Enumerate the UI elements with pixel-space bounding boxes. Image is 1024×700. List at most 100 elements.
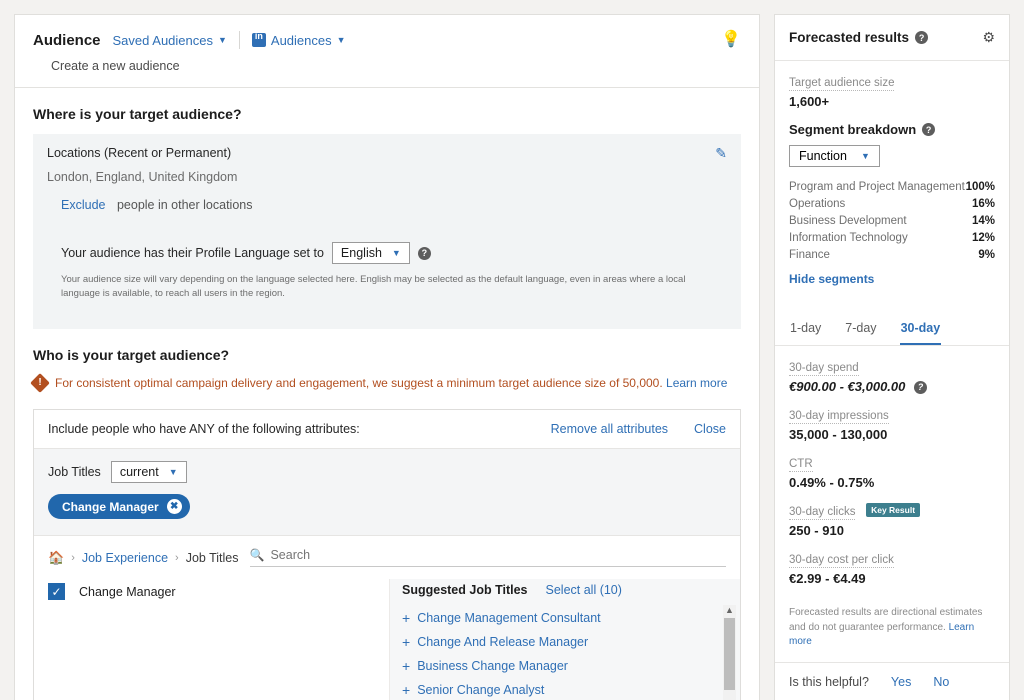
breadcrumb-item-job-titles: Job Titles <box>185 550 239 565</box>
home-icon[interactable]: 🏠 <box>48 550 64 566</box>
segment-type-value: Function <box>799 149 847 163</box>
helpful-question: Is this helpful? <box>789 674 869 689</box>
remove-all-attributes-button[interactable]: Remove all attributes <box>551 422 668 436</box>
language-row: Your audience has their Profile Language… <box>61 242 713 264</box>
gear-icon[interactable]: ⚙ <box>982 29 995 46</box>
attribute-chip-label: Change Manager <box>62 499 159 514</box>
tab-7-day[interactable]: 7-day <box>844 311 877 345</box>
status-badge: Key Result <box>866 503 921 517</box>
audiences-label: Audiences <box>270 32 332 48</box>
attributes-heading: Include people who have ANY of the follo… <box>48 422 360 437</box>
forecast-metrics: 30-day spend €900.00 - €3,000.00 ? 30-da… <box>775 346 1009 602</box>
header-divider <box>238 31 240 49</box>
segment-type-select[interactable]: Function ▼ <box>789 145 880 167</box>
metric-clicks: 30-day clicks Key Result 250 - 910 <box>789 503 995 538</box>
tab-30-day[interactable]: 30-day <box>899 311 942 345</box>
forecast-header: Forecasted results ? ⚙ <box>775 15 1009 60</box>
hide-segments-link[interactable]: Hide segments <box>789 272 995 286</box>
table-row: Program and Project Management 100% <box>789 178 995 195</box>
pencil-icon[interactable]: ✎ <box>715 145 727 162</box>
warning-learn-more-link[interactable]: Learn more <box>666 376 727 390</box>
lightbulb-icon[interactable]: 💡 <box>721 32 741 48</box>
table-row: Finance 9% <box>789 246 995 263</box>
location-section-title: Where is your target audience? <box>33 106 242 122</box>
metric-cpc: 30-day cost per click €2.99 - €4.49 <box>789 551 995 586</box>
audience-warning: For consistent optimal campaign delivery… <box>30 372 741 393</box>
metric-value: 250 - 910 <box>789 523 844 538</box>
selected-item-label: Change Manager <box>79 584 176 599</box>
exclude-link[interactable]: Exclude <box>61 198 105 212</box>
select-all-button[interactable]: Select all (10) <box>546 583 622 597</box>
segment-name: Information Technology <box>789 231 908 244</box>
saved-audiences-dropdown[interactable]: Saved Audiences ▼ <box>113 33 227 48</box>
language-box: Your audience has their Profile Language… <box>47 228 727 315</box>
forecast-disclaimer: Forecasted results are directional estim… <box>775 602 1009 662</box>
warning-message: For consistent optimal campaign delivery… <box>55 375 663 390</box>
checkbox-checked-icon[interactable]: ✓ <box>48 583 65 601</box>
language-select-value: English <box>340 246 382 260</box>
chevron-down-icon: ▼ <box>336 35 346 45</box>
saved-audiences-label: Saved Audiences <box>112 32 213 48</box>
audience-section: Who is your target audience? For consist… <box>15 329 759 396</box>
segment-pct: 16% <box>971 197 995 210</box>
page-title: Audience <box>33 31 101 49</box>
suggestion-label: Senior Change Analyst <box>417 683 545 698</box>
suggestion-label: Change Management Consultant <box>417 611 601 626</box>
breadcrumb-item-job-experience[interactable]: Job Experience <box>82 551 168 565</box>
metric-label: CTR <box>789 458 813 472</box>
table-row: Information Technology 12% <box>789 229 995 246</box>
help-icon[interactable]: ? <box>417 246 431 260</box>
segment-breakdown: Segment breakdown ? Function ▼ Program a… <box>789 122 995 286</box>
metric-value-row: €900.00 - €3,000.00 ? <box>789 379 995 394</box>
metric-spend: 30-day spend €900.00 - €3,000.00 ? <box>789 359 995 394</box>
help-icon[interactable]: ? <box>914 380 928 394</box>
chevron-down-icon: ▼ <box>217 35 227 45</box>
language-select[interactable]: English ▼ <box>331 242 410 264</box>
segment-pct: 12% <box>971 231 995 244</box>
job-titles-tense-select[interactable]: current ▼ <box>110 461 187 484</box>
page-root: Audience Saved Audiences ▼ Audiences ▼ 💡… <box>0 0 1024 700</box>
plus-icon: + <box>402 634 411 651</box>
attribute-chip[interactable]: Change Manager ✖ <box>48 494 190 520</box>
suggested-scrollbar[interactable]: ▲ ▼ <box>723 605 736 700</box>
segment-pct: 14% <box>971 214 995 227</box>
list-item[interactable]: + Change And Release Manager <box>390 630 740 654</box>
locations-label: Locations (Recent or Permanent) <box>47 146 232 160</box>
forecast-body: Target audience size 1,600+ Segment brea… <box>775 61 1009 311</box>
help-icon[interactable]: ? <box>915 31 929 44</box>
metric-value: €2.99 - €4.49 <box>789 571 866 586</box>
plus-icon: + <box>402 610 411 627</box>
close-icon[interactable]: ✖ <box>166 499 182 515</box>
exclude-text: people in other locations <box>116 198 253 212</box>
helpful-yes-button[interactable]: Yes <box>891 675 911 689</box>
close-button[interactable]: Close <box>694 422 726 436</box>
target-audience-value: 1,600+ <box>789 94 830 109</box>
help-icon[interactable]: ? <box>922 123 936 136</box>
scrollbar-thumb[interactable] <box>724 618 735 691</box>
search-icon: 🔍 <box>249 548 265 563</box>
segment-name: Operations <box>789 197 846 210</box>
suggestion-label: Business Change Manager <box>417 659 568 674</box>
attributes-body: Job Titles current ▼ Change Manager ✖ <box>34 448 740 536</box>
segment-rows: Program and Project Management 100% Oper… <box>789 178 995 263</box>
list-item[interactable]: + Senior Change Analyst <box>390 678 740 700</box>
job-titles-label: Job Titles <box>48 465 101 480</box>
search-wrapper: 🔍 <box>249 548 726 568</box>
audience-section-title: Who is your target audience? <box>33 346 230 363</box>
location-section: Where is your target audience? Locations… <box>15 88 759 329</box>
suggested-list: + Change Management Consultant + Change … <box>390 606 740 700</box>
forecasted-results-panel: Forecasted results ? ⚙ Target audience s… <box>774 14 1010 700</box>
scroll-up-icon[interactable]: ▲ <box>723 605 736 616</box>
list-item[interactable]: + Business Change Manager <box>390 654 740 678</box>
search-input[interactable] <box>270 548 726 563</box>
helpful-no-button[interactable]: No <box>933 675 949 689</box>
chevron-down-icon: ▼ <box>860 151 870 161</box>
audiences-dropdown[interactable]: Audiences ▼ <box>251 31 346 48</box>
list-item[interactable]: ✓ Change Manager <box>48 583 375 601</box>
breadcrumb-separator: › <box>71 551 75 564</box>
list-item[interactable]: + Change Management Consultant <box>390 606 740 630</box>
tab-1-day[interactable]: 1-day <box>789 311 822 345</box>
breadcrumb: 🏠 › Job Experience › Job Titles 🔍 <box>34 535 740 568</box>
metric-label: 30-day spend <box>789 362 859 376</box>
segment-pct: 9% <box>978 248 995 261</box>
